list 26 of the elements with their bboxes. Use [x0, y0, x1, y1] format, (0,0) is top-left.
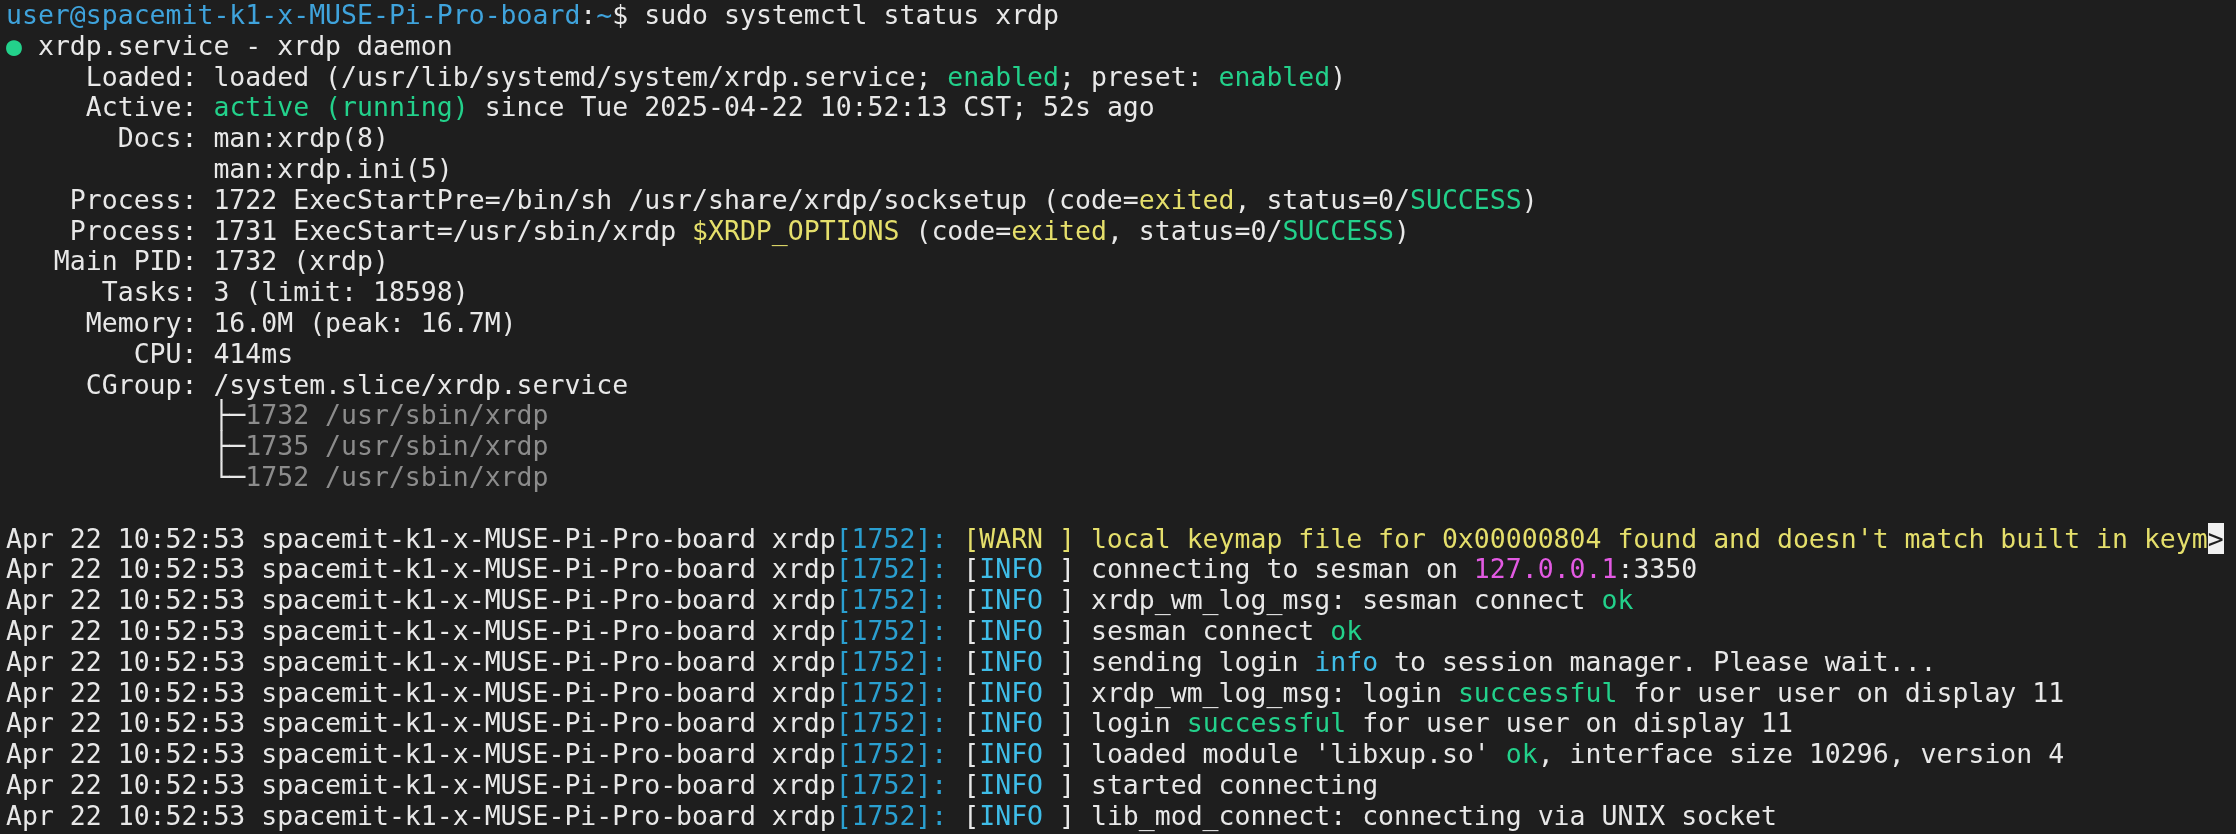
- terminal-line: Loaded: loaded (/usr/lib/systemd/system/xrdp.service; enabled; preset: enabled): [85, 61, 1347, 93]
- terminal-line: user@spacemit-k1-x-MUSE-Pi-Pro-board:~$ sudo systemctl status xrdp: [6, 0, 1060, 31]
- terminal-line: Process: 1722 ExecStartPre=/bin/sh /usr/share/xrdp/socksetup (code=exited, status=0/SUCCESS): [68, 184, 1538, 216]
- terminal-line: Apr 22 10:52:53 spacemit-k1-x-MUSE-Pi-Pro-board xrdp[1752]: [INFO ] xrdp_wm_log_msg: login successful for user user on display 11: [6, 677, 2065, 709]
- terminal-line: Apr 22 10:52:53 spacemit-k1-x-MUSE-Pi-Pro-board xrdp[1752]: [INFO ] started connecting: [6, 769, 1379, 801]
- terminal-line: Apr 22 10:52:53 spacemit-k1-x-MUSE-Pi-Pro-board xrdp[1752]: [INFO ] xrdp_wm_log_msg: sesman connect ok: [6, 585, 1634, 616]
- terminal-line: ├─1735 /usr/sbin/xrdp: [212, 431, 549, 462]
- terminal-line: Process: 1731 ExecStart=/usr/sbin/xrdp $XRDP_OPTIONS (code=exited, status=0/SUCCESS): [68, 215, 1411, 247]
- terminal-line: Main PID: 1732 (xrdp): [52, 246, 389, 278]
- terminal-line: Docs: man:xrdp(8): [116, 123, 389, 154]
- terminal-line: Apr 22 10:52:53 spacemit-k1-x-MUSE-Pi-Pro-board xrdp[1752]: [INFO ] loaded module 'libxup.so' ok, interface size 10296, version 4: [6, 739, 2065, 770]
- terminal-line: Apr 22 10:52:53 spacemit-k1-x-MUSE-Pi-Pro-board xrdp[1752]: [INFO ] login successful for user user on display 11: [6, 708, 1793, 740]
- terminal-line: Apr 22 10:52:53 spacemit-k1-x-MUSE-Pi-Pro-board xrdp[1752]: [INFO ] lib_mod_connect: connecting via UNIX socket: [6, 800, 1777, 832]
- terminal-line: Tasks: 3 (limit: 18598): [100, 277, 469, 308]
- terminal-line: Active: active (running) since Tue 2025-04-22 10:52:13 CST; 52s ago: [84, 92, 1155, 124]
- terminal-line: ├─1732 /usr/sbin/xrdp: [212, 400, 549, 431]
- terminal-line: ● xrdp.service - xrdp daemon: [6, 30, 453, 62]
- terminal-line: Apr 22 10:52:53 spacemit-k1-x-MUSE-Pi-Pro-board xrdp[1752]: [INFO ] sending login info to session manager. Please wait...: [6, 646, 1937, 678]
- terminal-line: Apr 22 10:52:53 spacemit-k1-x-MUSE-Pi-Pro-board xrdp[1752]: [INFO ] sesman connect ok: [6, 615, 1363, 647]
- terminal-line: CGroup: /system.slice/xrdp.service: [84, 369, 629, 400]
- terminal-line: └─1752 /usr/sbin/xrdp: [212, 461, 549, 493]
- terminal-line: CPU: 414ms: [133, 338, 294, 370]
- terminal-line: Memory: 16.0M (peak: 16.7M): [84, 307, 517, 339]
- terminal-line: Apr 22 10:52:53 spacemit-k1-x-MUSE-Pi-Pro-board xrdp[1752]: [INFO ] connecting to sesman on 127.0.0.1:3350: [6, 554, 1698, 586]
- terminal-line: man:xrdp.ini(5): [212, 154, 453, 185]
- terminal-line: Apr 22 10:52:53 spacemit-k1-x-MUSE-Pi-Pro-board xrdp[1752]: [WARN ] local keymap file for 0x00000804 found and doesn't match built in keym>: [6, 523, 2224, 555]
